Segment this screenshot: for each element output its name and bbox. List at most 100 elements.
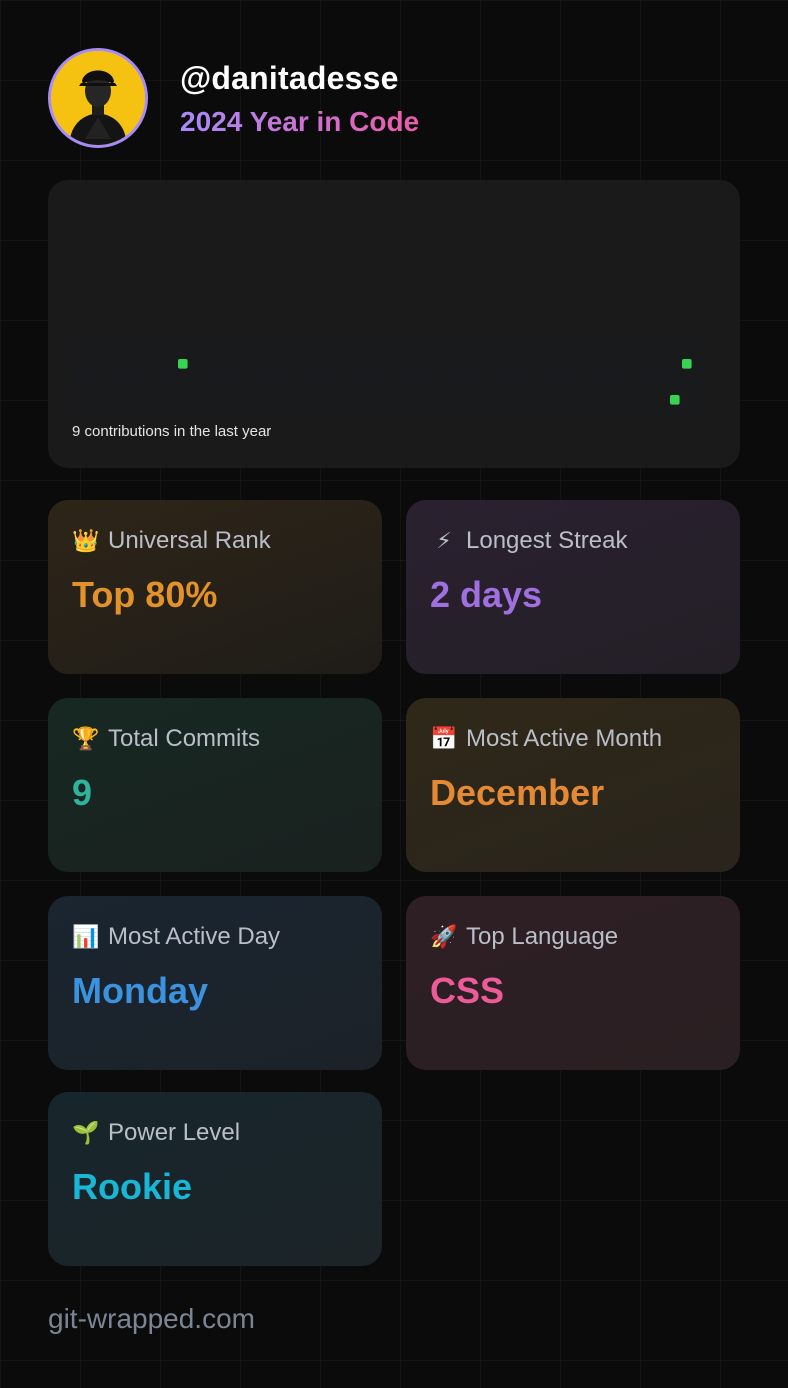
contribution-cell	[513, 334, 525, 346]
contribution-cell	[609, 394, 621, 406]
contribution-cell	[441, 370, 453, 382]
contribution-cell	[333, 334, 345, 346]
contribution-cell	[489, 382, 501, 394]
contribution-cell	[213, 334, 225, 346]
contribution-cell	[297, 394, 309, 406]
contribution-cell	[189, 370, 201, 382]
contribution-cell	[597, 382, 609, 394]
contribution-cell	[525, 358, 537, 370]
contribution-cell	[201, 358, 213, 370]
contribution-cell	[525, 334, 537, 346]
contribution-cell	[249, 382, 261, 394]
stat-label: Longest Streak	[466, 527, 628, 554]
stat-label: Top Language	[466, 923, 619, 950]
contribution-cell	[189, 334, 201, 346]
contribution-cell	[633, 346, 645, 358]
contribution-cell	[597, 334, 609, 346]
contribution-cell	[501, 382, 513, 394]
footer-site-link[interactable]: git-wrapped.com	[48, 1303, 255, 1335]
contribution-cell	[345, 394, 357, 406]
contribution-cell	[405, 406, 417, 418]
contribution-cell	[561, 370, 573, 382]
contribution-cell	[453, 358, 465, 370]
contribution-cell	[321, 370, 333, 382]
contribution-cell	[465, 346, 477, 358]
contribution-cell	[165, 346, 177, 358]
contribution-cell	[309, 358, 321, 370]
contribution-cell	[321, 394, 333, 406]
contribution-cell	[657, 370, 669, 382]
contribution-cell	[261, 382, 273, 394]
contribution-cell	[549, 334, 561, 346]
contribution-cell	[597, 406, 609, 418]
contribution-cell	[609, 382, 621, 394]
stat-value: 9	[72, 772, 93, 813]
contribution-cell	[129, 382, 141, 394]
contribution-cell	[633, 358, 645, 370]
contribution-cell	[297, 358, 309, 370]
contribution-cell	[597, 370, 609, 382]
contribution-cell	[201, 406, 213, 418]
contribution-cell	[693, 346, 705, 358]
seedling-icon: 🌱	[72, 1120, 100, 1145]
contribution-cell	[381, 358, 393, 370]
contribution-cell	[321, 334, 333, 346]
contribution-cell	[441, 346, 453, 358]
contribution-cell	[501, 406, 513, 418]
contribution-cell	[693, 394, 705, 406]
contribution-cell	[81, 370, 93, 382]
contribution-cell	[177, 382, 189, 394]
contribution-cell	[693, 334, 705, 346]
stat-card-total-commits: 🏆 Total Commits 9	[48, 698, 382, 872]
contribution-cell	[549, 406, 561, 418]
contribution-cell	[525, 370, 537, 382]
contribution-cell	[129, 406, 141, 418]
contribution-cell	[237, 358, 249, 370]
stat-card-most-active-day: 📊 Most Active Day Monday	[48, 896, 382, 1070]
profile-photo-icon	[51, 51, 145, 145]
contribution-cell	[345, 346, 357, 358]
contribution-cell	[513, 394, 525, 406]
contribution-cell	[189, 382, 201, 394]
contribution-cell	[105, 382, 117, 394]
contribution-cell	[357, 406, 369, 418]
contribution-cell	[129, 346, 141, 358]
contribution-cell	[621, 382, 633, 394]
contribution-cell	[609, 346, 621, 358]
contribution-cell	[165, 358, 177, 370]
contribution-cell	[453, 370, 465, 382]
contribution-cell	[645, 358, 657, 370]
contribution-cell	[465, 370, 477, 382]
contribution-cell	[70, 334, 81, 346]
contribution-cell	[633, 370, 645, 382]
contribution-cell	[681, 334, 693, 346]
stat-card-power-level: 🌱 Power Level Rookie	[48, 1092, 382, 1266]
contribution-cell	[585, 394, 597, 406]
contribution-cell	[369, 358, 381, 370]
contribution-cell	[501, 346, 513, 358]
contribution-cell	[429, 382, 441, 394]
contribution-cell	[357, 358, 369, 370]
contribution-cell	[549, 358, 561, 370]
contribution-cell	[561, 358, 573, 370]
contribution-cell	[117, 406, 129, 418]
contribution-cell	[225, 334, 237, 346]
contribution-cell	[285, 370, 297, 382]
contribution-cell	[201, 370, 213, 382]
contribution-cell	[321, 358, 333, 370]
contribution-cell	[165, 382, 177, 394]
contribution-cell	[609, 334, 621, 346]
contribution-cell	[249, 406, 261, 418]
contribution-cell	[465, 382, 477, 394]
contribution-cell	[261, 370, 273, 382]
contribution-cell	[261, 358, 273, 370]
contribution-cell	[225, 346, 237, 358]
contribution-cell	[513, 370, 525, 382]
contribution-cell	[153, 334, 165, 346]
contribution-cell	[333, 346, 345, 358]
contribution-cell	[93, 346, 105, 358]
stat-card-most-active-month: 📅 Most Active Month December	[406, 698, 740, 872]
contribution-cell	[273, 382, 285, 394]
contribution-cell	[393, 358, 405, 370]
contribution-cell	[441, 334, 453, 346]
